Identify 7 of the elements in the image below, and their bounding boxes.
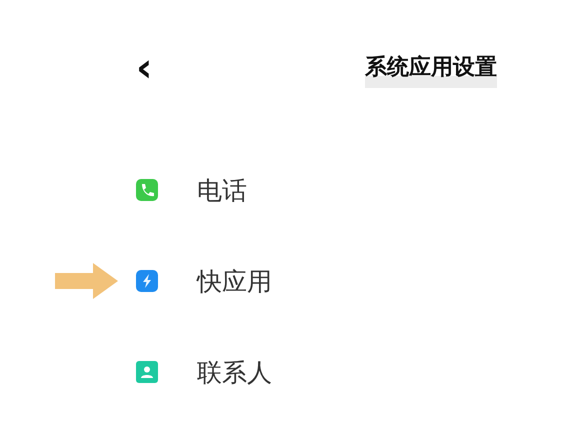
back-button[interactable]: ‹ xyxy=(136,48,152,88)
lightning-icon xyxy=(136,270,158,292)
phone-icon xyxy=(136,179,158,201)
contact-icon xyxy=(136,361,158,383)
app-label[interactable]: 快应用 xyxy=(197,264,272,298)
app-label[interactable]: 电话 xyxy=(197,174,247,206)
app-label[interactable]: 联系人 xyxy=(197,356,272,388)
